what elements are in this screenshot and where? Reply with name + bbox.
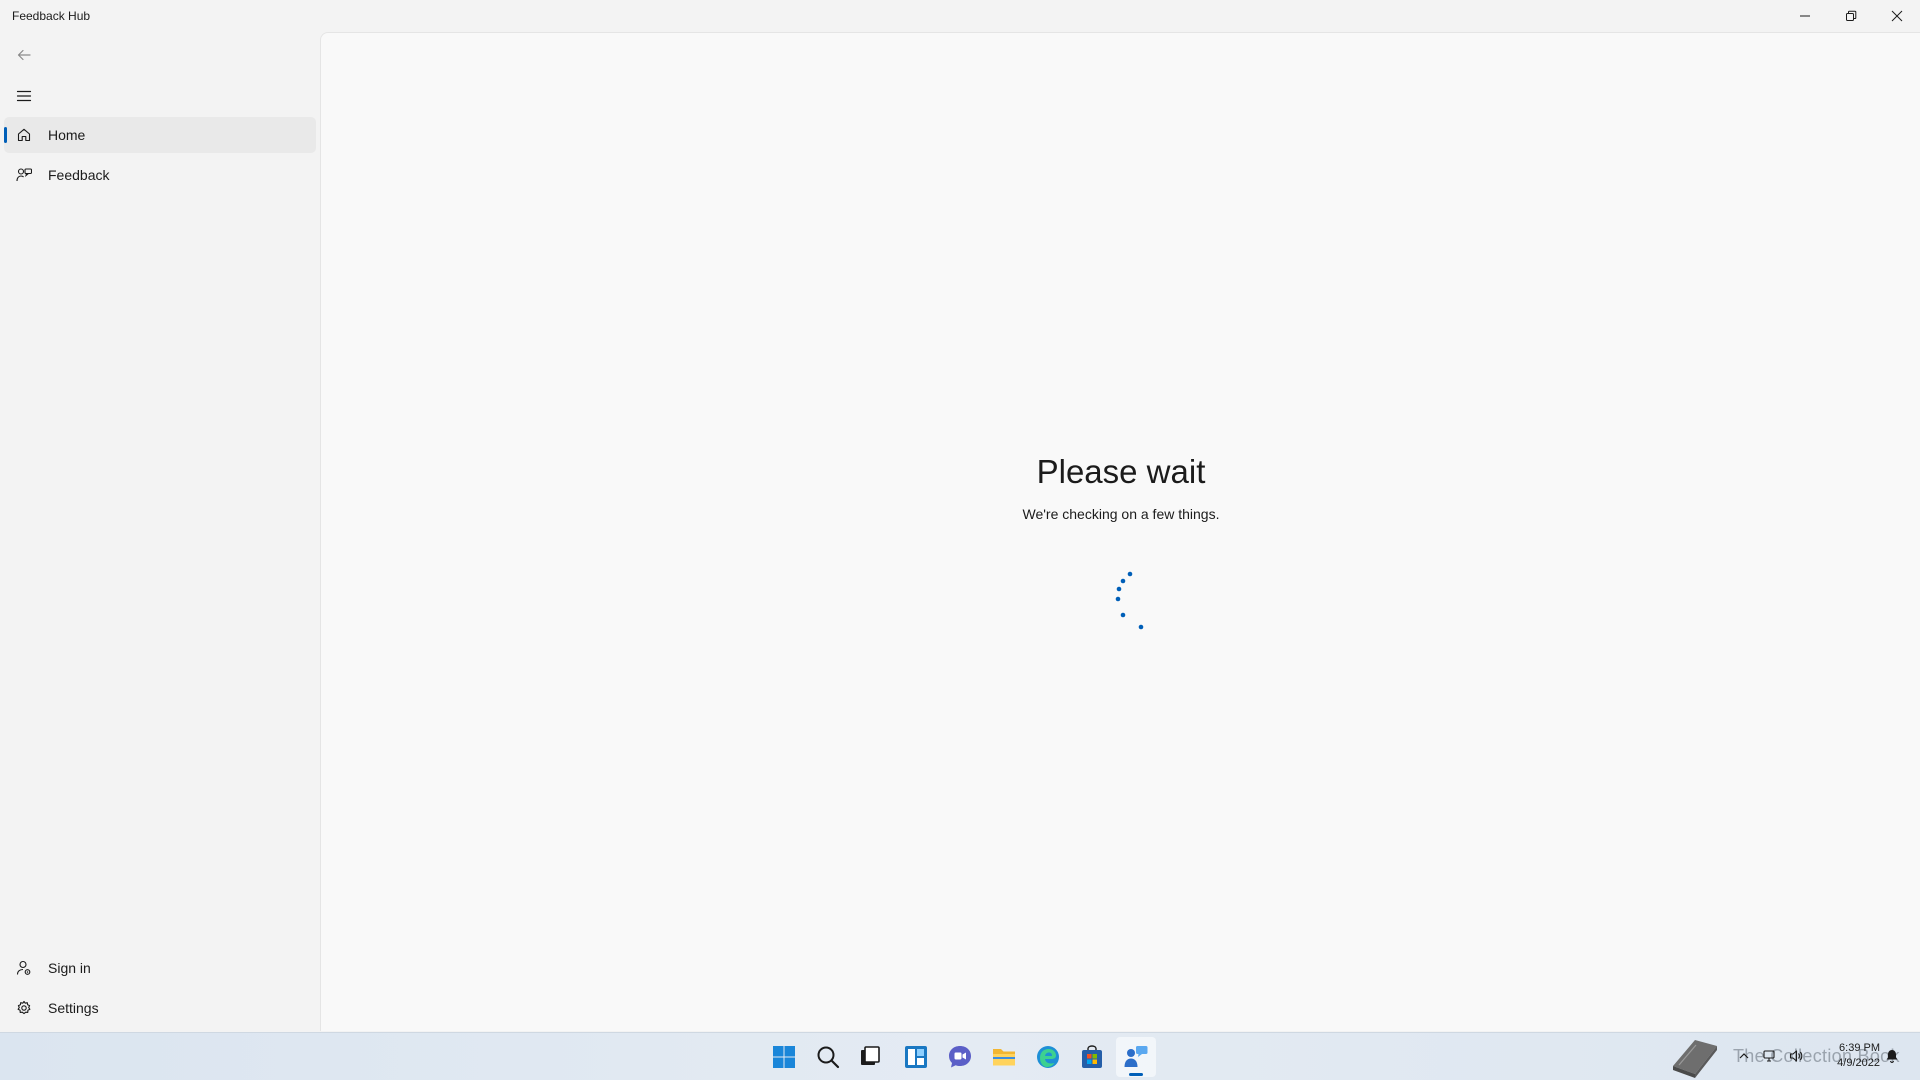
windows-start-icon xyxy=(773,1046,795,1068)
progress-dot xyxy=(1120,612,1126,618)
sidebar-item-label: Settings xyxy=(48,1000,99,1016)
close-icon xyxy=(1891,10,1903,22)
taskbar-file-explorer-button[interactable] xyxy=(984,1037,1024,1077)
network-icon xyxy=(1763,1050,1775,1062)
taskbar-store-button[interactable] xyxy=(1072,1037,1112,1077)
sidebar-item-home[interactable]: Home xyxy=(4,117,316,153)
progress-dot xyxy=(1138,624,1144,630)
title-bar: Feedback Hub xyxy=(0,0,1920,32)
system-tray xyxy=(1736,1047,1804,1065)
store-icon xyxy=(1082,1045,1102,1068)
clock-date: 4/9/2022 xyxy=(1837,1057,1880,1069)
window-title: Feedback Hub xyxy=(12,9,91,23)
minimize-button[interactable] xyxy=(1782,0,1828,32)
page-title: Please wait xyxy=(1036,453,1206,490)
tray-volume-button[interactable] xyxy=(1788,1047,1804,1065)
feedback-icon xyxy=(16,168,32,182)
hamburger-menu-button[interactable] xyxy=(6,78,42,114)
progress-ring xyxy=(1115,571,1144,630)
restore-icon xyxy=(1846,10,1857,21)
taskbar-start-button[interactable] xyxy=(764,1037,804,1077)
selection-indicator xyxy=(4,127,7,143)
sidebar-item-label: Feedback xyxy=(48,167,110,183)
volume-icon xyxy=(1789,1050,1803,1062)
tray-network-button[interactable] xyxy=(1762,1047,1778,1065)
clock-time: 6:39 PM xyxy=(1839,1042,1880,1054)
minimize-icon xyxy=(1800,15,1810,17)
tray-overflow-button[interactable] xyxy=(1736,1047,1752,1065)
sign-in-icon xyxy=(16,960,31,975)
taskbar-feedback-hub-button[interactable] xyxy=(1116,1037,1156,1077)
sidebar-item-feedback[interactable]: Feedback xyxy=(4,157,316,193)
taskbar-chat-button[interactable] xyxy=(940,1037,980,1077)
chat-icon xyxy=(949,1046,971,1068)
notification-bell-icon[interactable] xyxy=(1884,1048,1900,1064)
close-button[interactable] xyxy=(1874,0,1920,32)
search-icon xyxy=(817,1046,840,1069)
progress-dot xyxy=(1120,578,1126,584)
chevron-up-icon xyxy=(1739,1053,1749,1059)
taskbar: The Collection Book 6:39 PM 4/9/2022 xyxy=(0,1032,1920,1080)
sidebar-item-sign-in[interactable]: Sign in xyxy=(4,950,316,986)
sidebar-item-settings[interactable]: Settings xyxy=(4,990,316,1026)
taskbar-task-view-button[interactable] xyxy=(850,1037,890,1077)
hamburger-icon xyxy=(16,90,32,102)
progress-dot xyxy=(1127,571,1133,577)
progress-dot xyxy=(1115,596,1121,602)
book-icon[interactable] xyxy=(1665,1036,1721,1080)
status-message: We're checking on a few things. xyxy=(1022,506,1220,522)
task-view-icon xyxy=(861,1046,880,1065)
home-icon xyxy=(17,128,31,142)
back-button[interactable] xyxy=(6,37,42,73)
progress-dot xyxy=(1116,586,1122,592)
sidebar-item-label: Sign in xyxy=(48,960,91,976)
main-content: Please wait We're checking on a few thin… xyxy=(320,32,1920,1031)
active-app-indicator xyxy=(1129,1073,1143,1076)
taskbar-search-button[interactable] xyxy=(808,1037,848,1077)
restore-button[interactable] xyxy=(1828,0,1874,32)
widgets-icon xyxy=(905,1046,927,1068)
taskbar-edge-button[interactable] xyxy=(1028,1037,1068,1077)
navigation-pane: Home Feedback Sign in Settings xyxy=(0,32,320,1031)
edge-browser-icon xyxy=(1037,1046,1059,1068)
gear-icon xyxy=(17,1000,31,1015)
folder-icon xyxy=(993,1049,1015,1066)
sidebar-item-label: Home xyxy=(48,127,86,143)
taskbar-widgets-button[interactable] xyxy=(896,1037,936,1077)
feedback-hub-icon xyxy=(1124,1046,1148,1067)
taskbar-clock[interactable]: 6:39 PM 4/9/2022 xyxy=(1820,1041,1880,1071)
back-arrow-icon xyxy=(17,49,31,61)
